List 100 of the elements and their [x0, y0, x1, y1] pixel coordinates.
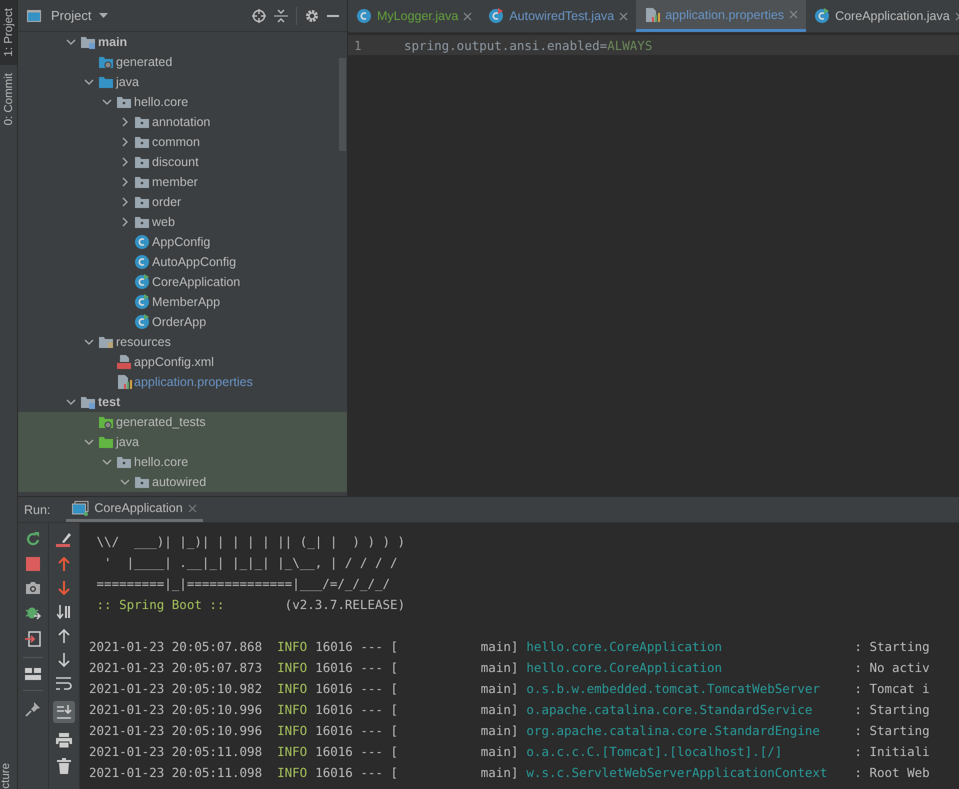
tree-item[interactable]: test — [18, 392, 347, 412]
rerun-icon[interactable] — [25, 531, 41, 547]
class-icon — [356, 8, 372, 24]
log-message: : Starting — [854, 639, 930, 654]
trash-icon[interactable] — [57, 758, 71, 774]
tree-item[interactable]: appConfig.xml — [18, 352, 347, 372]
pin-icon[interactable] — [25, 701, 41, 717]
log-timestamp: 2021-01-23 20:05:10.982 — [89, 681, 262, 696]
chevron-right-icon[interactable] — [120, 157, 130, 167]
log-logger: hello.core.CoreApplication — [526, 659, 724, 677]
tree-item[interactable]: application.properties — [18, 372, 347, 392]
property-value: ALWAYS — [607, 38, 652, 52]
chevron-down-icon[interactable] — [84, 337, 94, 347]
tree-item[interactable]: annotation — [18, 112, 347, 132]
settings-icon[interactable] — [305, 8, 319, 22]
login-icon[interactable] — [25, 631, 41, 647]
chevron-down-icon[interactable] — [84, 437, 94, 447]
log-message: : Starting — [854, 702, 930, 717]
chevron-right-icon[interactable] — [120, 217, 130, 227]
arrow-up-icon[interactable] — [58, 557, 70, 571]
tool-window-tab[interactable]: 0: Commit — [0, 64, 17, 133]
editor-tab[interactable]: CoreApplication.java — [806, 0, 959, 32]
package-folder-icon — [134, 114, 150, 130]
banner-label: :: Spring Boot :: — [96, 597, 226, 612]
resources-folder-icon — [98, 334, 114, 350]
chevron-right-icon[interactable] — [120, 117, 130, 127]
log-message: : Tomcat i — [854, 681, 930, 696]
soft-wrap-icon[interactable] — [56, 677, 72, 691]
arrow-down-icon[interactable] — [58, 581, 70, 595]
sort-icon[interactable] — [57, 605, 71, 619]
log-logger: w.s.c.ServletWebServerApplicationContext — [526, 764, 828, 782]
tree-item[interactable]: java — [18, 72, 347, 92]
run-label: Run: — [23, 502, 52, 518]
chevron-right-icon[interactable] — [120, 137, 130, 147]
chevron-down-icon[interactable] — [66, 37, 76, 47]
tree-item[interactable]: generated_tests — [18, 412, 347, 432]
scrollbar[interactable] — [339, 58, 346, 151]
print-icon[interactable] — [56, 733, 72, 748]
chevron-down-icon[interactable] — [102, 457, 112, 467]
class-icon — [134, 254, 150, 270]
runnable-class-icon — [134, 314, 150, 330]
locate-icon[interactable] — [252, 8, 266, 22]
tree-item[interactable]: generated — [18, 52, 347, 72]
chevron-right-icon[interactable] — [120, 177, 130, 187]
log-timestamp: 2021-01-23 20:05:11.098 — [89, 744, 262, 759]
editor-tab[interactable]: MyLogger.java — [348, 0, 480, 32]
tree-item[interactable]: main — [18, 32, 347, 52]
log-level: INFO — [277, 744, 308, 759]
chevron-down-icon[interactable] — [66, 397, 76, 407]
tree-item[interactable]: CoreApplication — [18, 272, 347, 292]
tool-window-tab[interactable]: cture — [0, 761, 17, 789]
tree-item[interactable]: java — [18, 432, 347, 452]
editor-tab[interactable]: AutowiredTest.java — [480, 0, 636, 32]
chevron-right-icon[interactable] — [120, 197, 130, 207]
tree-item[interactable]: autowired — [18, 472, 347, 492]
minimize-icon[interactable] — [327, 14, 339, 16]
properties-file-icon — [644, 6, 660, 22]
package-folder-icon — [134, 474, 150, 490]
tree-item[interactable]: resources — [18, 332, 347, 352]
tree-item[interactable]: OrderApp — [18, 312, 347, 332]
project-view-selector[interactable]: Project — [51, 8, 92, 23]
tree-item[interactable]: AppConfig — [18, 232, 347, 252]
bug-icon[interactable] — [25, 605, 41, 621]
runnable-class-icon — [134, 274, 150, 290]
tree-item[interactable]: order — [18, 192, 347, 212]
arrow-up-icon[interactable] — [58, 629, 70, 643]
package-folder-icon — [134, 134, 150, 150]
clear-icon[interactable] — [56, 531, 72, 547]
runnable-class-icon — [488, 8, 504, 24]
scroll-to-end-icon[interactable] — [53, 701, 75, 723]
log-message: : Starting — [854, 723, 930, 738]
tree-item[interactable]: MemberApp — [18, 292, 347, 312]
log-timestamp: 2021-01-23 20:05:07.868 — [89, 639, 262, 654]
class-icon — [134, 234, 150, 250]
tree-item[interactable]: hello.core — [18, 452, 347, 472]
generated-folder-icon — [98, 414, 114, 430]
tree-item[interactable]: hello.core — [18, 92, 347, 112]
tree-item[interactable]: common — [18, 132, 347, 152]
generated-folder-icon — [98, 54, 114, 70]
window-icon — [27, 10, 41, 22]
package-folder-icon — [134, 194, 150, 210]
module-folder-icon — [80, 34, 96, 50]
tree-item[interactable]: web — [18, 212, 347, 232]
chevron-down-icon[interactable] — [84, 77, 94, 87]
arrow-down-icon[interactable] — [58, 653, 70, 667]
chevron-down-icon[interactable] — [120, 477, 130, 487]
layout-icon[interactable] — [25, 668, 41, 680]
camera-icon[interactable] — [25, 581, 41, 595]
log-timestamp: 2021-01-23 20:05:10.996 — [89, 702, 262, 717]
collapse-all-icon[interactable] — [274, 8, 288, 22]
tree-item[interactable]: AutoAppConfig — [18, 252, 347, 272]
chevron-down-icon[interactable] — [102, 97, 112, 107]
tree-item[interactable]: discount — [18, 152, 347, 172]
module-folder-icon — [80, 394, 96, 410]
log-timestamp: 2021-01-23 20:05:11.098 — [89, 765, 262, 780]
tool-window-tab[interactable]: 1: Project — [0, 0, 17, 65]
dropdown-caret-icon[interactable] — [99, 13, 108, 18]
log-timestamp: 2021-01-23 20:05:07.873 — [89, 660, 262, 675]
tree-item[interactable]: member — [18, 172, 347, 192]
log-level: INFO — [277, 660, 308, 675]
